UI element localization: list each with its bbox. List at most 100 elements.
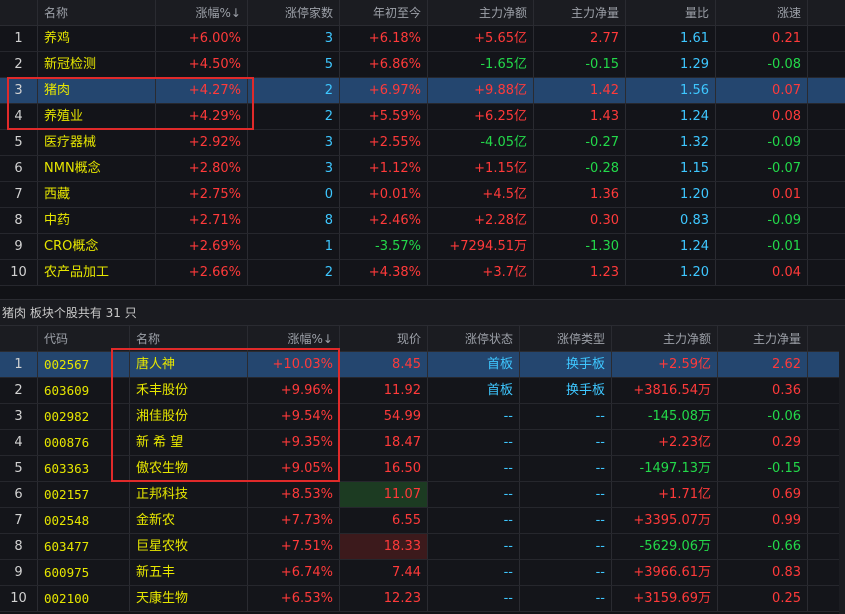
stock-name[interactable]: 唐人神 <box>130 352 248 377</box>
sector-ytd: +6.18% <box>340 26 428 51</box>
col-vol-ratio-header[interactable]: 量比 <box>626 0 716 25</box>
sector-name[interactable]: NMN概念 <box>38 156 156 181</box>
stock-name[interactable]: 正邦科技 <box>130 482 248 507</box>
col-code-header[interactable]: 代码 <box>38 326 130 351</box>
col-name-header[interactable]: 名称 <box>130 326 248 351</box>
sector-row[interactable]: 5 医疗器械 +2.92% 3 +2.55% -4.05亿 -0.27 1.32 -0.09 <box>0 130 845 156</box>
sector-name[interactable]: 养殖业 <box>38 104 156 129</box>
sector-net-volume: 2.77 <box>534 26 626 51</box>
stock-name[interactable]: 金新农 <box>130 508 248 533</box>
stock-name[interactable]: 禾丰股份 <box>130 378 248 403</box>
stock-row[interactable]: 3 002982 湘佳股份 +9.54% 54.99 -- -- -145.08万 -0.06 <box>0 404 845 430</box>
row-filler <box>808 52 845 77</box>
stock-code[interactable]: 000876 <box>38 430 130 455</box>
sector-name[interactable]: CRO概念 <box>38 234 156 259</box>
col-limit-status-header[interactable]: 涨停状态 <box>428 326 520 351</box>
stock-name[interactable]: 新五丰 <box>130 560 248 585</box>
row-filler <box>808 508 839 533</box>
sector-name[interactable]: 猪肉 <box>38 78 156 103</box>
sector-name[interactable]: 养鸡 <box>38 26 156 51</box>
stock-net-amount: +3159.69万 <box>612 586 718 611</box>
stock-table-header: 代码 名称 涨幅%↓ 现价 涨停状态 涨停类型 主力净额 主力净量 <box>0 326 845 352</box>
sector-row[interactable]: 1 养鸡 +6.00% 3 +6.18% +5.65亿 2.77 1.61 0.21 <box>0 26 845 52</box>
sector-name[interactable]: 中药 <box>38 208 156 233</box>
sector-row[interactable]: 7 西藏 +2.75% 0 +0.01% +4.5亿 1.36 1.20 0.01 <box>0 182 845 208</box>
stock-code[interactable]: 600975 <box>38 560 130 585</box>
col-price-header[interactable]: 现价 <box>340 326 428 351</box>
stock-row[interactable]: 8 603477 巨星农牧 +7.51% 18.33 -- -- -5629.06万 -0.66 <box>0 534 845 560</box>
sector-row[interactable]: 2 新冠检测 +4.50% 5 +6.86% -1.65亿 -0.15 1.29 -0.08 <box>0 52 845 78</box>
sector-net-volume: 1.36 <box>534 182 626 207</box>
stock-row[interactable]: 1 002567 唐人神 +10.03% 8.45 首板 换手板 +2.59亿 2.62 <box>0 352 845 378</box>
stock-name[interactable]: 傲农生物 <box>130 456 248 481</box>
sector-row[interactable]: 3 猪肉 +4.27% 2 +6.97% +9.88亿 1.42 1.56 0.07 <box>0 78 845 104</box>
sector-change: +2.66% <box>156 260 248 285</box>
stock-name[interactable]: 湘佳股份 <box>130 404 248 429</box>
stock-code[interactable]: 603363 <box>38 456 130 481</box>
col-limit-type-header[interactable]: 涨停类型 <box>520 326 612 351</box>
stock-row[interactable]: 9 600975 新五丰 +6.74% 7.44 -- -- +3966.61万 0.83 <box>0 560 845 586</box>
sector-ytd: -3.57% <box>340 234 428 259</box>
sector-ytd: +6.97% <box>340 78 428 103</box>
stock-code[interactable]: 002982 <box>38 404 130 429</box>
col-ytd-header[interactable]: 年初至今 <box>340 0 428 25</box>
stock-code[interactable]: 002157 <box>38 482 130 507</box>
col-change-header[interactable]: 涨幅%↓ <box>248 326 340 351</box>
row-filler <box>808 78 845 103</box>
panel-gap <box>0 286 845 299</box>
row-index: 8 <box>0 208 38 233</box>
sector-ytd: +5.59% <box>340 104 428 129</box>
stock-code[interactable]: 603477 <box>38 534 130 559</box>
stock-code[interactable]: 603609 <box>38 378 130 403</box>
stock-price: 16.50 <box>340 456 428 481</box>
row-index: 6 <box>0 156 38 181</box>
stock-code[interactable]: 002100 <box>38 586 130 611</box>
col-change-header[interactable]: 涨幅%↓ <box>156 0 248 25</box>
stock-limit-status: -- <box>428 430 520 455</box>
sector-name[interactable]: 医疗器械 <box>38 130 156 155</box>
stock-name[interactable]: 天康生物 <box>130 586 248 611</box>
sector-row[interactable]: 8 中药 +2.71% 8 +2.46% +2.28亿 0.30 0.83 -0.09 <box>0 208 845 234</box>
sector-row[interactable]: 10 农产品加工 +2.66% 2 +4.38% +3.7亿 1.23 1.20 0.04 <box>0 260 845 286</box>
sector-speed: -0.09 <box>716 130 808 155</box>
stock-change: +9.96% <box>248 378 340 403</box>
col-limitup-count-header[interactable]: 涨停家数 <box>248 0 340 25</box>
row-filler <box>808 26 845 51</box>
sector-row[interactable]: 6 NMN概念 +2.80% 3 +1.12% +1.15亿 -0.28 1.15 -0.07 <box>0 156 845 182</box>
col-name-header[interactable]: 名称 <box>38 0 156 25</box>
stock-row[interactable]: 6 002157 正邦科技 +8.53% 11.07 -- -- +1.71亿 0.69 <box>0 482 845 508</box>
col-speed-header[interactable]: 涨速 <box>716 0 808 25</box>
stock-list-scrollbar[interactable] <box>839 326 845 614</box>
stock-price: 8.45 <box>340 352 428 377</box>
sector-change: +2.71% <box>156 208 248 233</box>
row-filler <box>808 560 839 585</box>
stock-net-volume: 0.25 <box>718 586 808 611</box>
stock-limit-type: -- <box>520 508 612 533</box>
sector-vol-ratio: 1.29 <box>626 52 716 77</box>
stock-row[interactable]: 5 603363 傲农生物 +9.05% 16.50 -- -- -1497.13万 -0.15 <box>0 456 845 482</box>
stock-row[interactable]: 10 002100 天康生物 +6.53% 12.23 -- -- +3159.69万 0.25 <box>0 586 845 612</box>
col-net-amount-header[interactable]: 主力净额 <box>428 0 534 25</box>
stock-row[interactable]: 2 603609 禾丰股份 +9.96% 11.92 首板 换手板 +3816.54万 0.36 <box>0 378 845 404</box>
sector-net-amount: +3.7亿 <box>428 260 534 285</box>
sector-row[interactable]: 4 养殖业 +4.29% 2 +5.59% +6.25亿 1.43 1.24 0.08 <box>0 104 845 130</box>
sector-name[interactable]: 农产品加工 <box>38 260 156 285</box>
sector-change: +4.29% <box>156 104 248 129</box>
sector-row[interactable]: 9 CRO概念 +2.69% 1 -3.57% +7294.51万 -1.30 1.24 -0.… <box>0 234 845 260</box>
stock-limit-status: 首板 <box>428 378 520 403</box>
header-filler <box>808 0 845 25</box>
col-net-volume-header[interactable]: 主力净量 <box>534 0 626 25</box>
stock-row[interactable]: 4 000876 新 希 望 +9.35% 18.47 -- -- +2.23亿 0.29 <box>0 430 845 456</box>
sector-name[interactable]: 新冠检测 <box>38 52 156 77</box>
stock-name[interactable]: 新 希 望 <box>130 430 248 455</box>
stock-name[interactable]: 巨星农牧 <box>130 534 248 559</box>
stock-limit-status: -- <box>428 456 520 481</box>
sector-change: +2.92% <box>156 130 248 155</box>
sector-name[interactable]: 西藏 <box>38 182 156 207</box>
sector-ranking-table: 名称 涨幅%↓ 涨停家数 年初至今 主力净额 主力净量 量比 涨速 1 养鸡 +6.… <box>0 0 845 286</box>
col-net-amount-header[interactable]: 主力净额 <box>612 326 718 351</box>
col-net-volume-header[interactable]: 主力净量 <box>718 326 808 351</box>
stock-code[interactable]: 002548 <box>38 508 130 533</box>
stock-code[interactable]: 002567 <box>38 352 130 377</box>
stock-row[interactable]: 7 002548 金新农 +7.73% 6.55 -- -- +3395.07万 0.99 <box>0 508 845 534</box>
